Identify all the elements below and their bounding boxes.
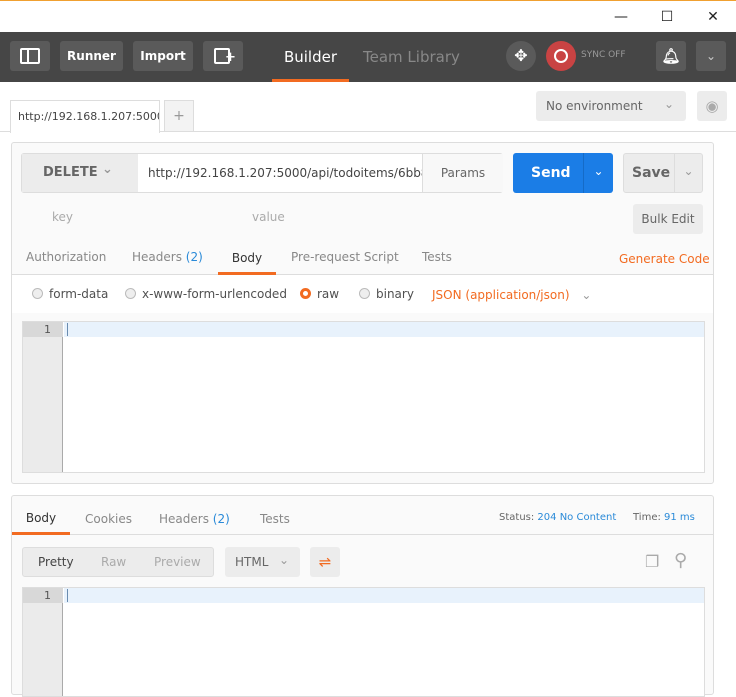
app-header: Runner Import + Builder Team Library ✥ S… <box>0 32 736 82</box>
radio-label: form-data <box>49 287 109 301</box>
body-mode-bar: form-data x-www-form-urlencoded raw bina… <box>12 275 713 313</box>
view-mode-group: Pretty Raw Preview <box>22 547 214 577</box>
response-format-select[interactable]: HTML ⌄ <box>225 547 300 577</box>
headers-count: (2) <box>185 250 203 264</box>
tab-pre-request-script[interactable]: Pre-request Script <box>291 250 399 264</box>
tab-headers-label: Headers <box>159 512 209 526</box>
send-button[interactable]: Send ⌄ <box>513 153 613 193</box>
runner-button[interactable]: Runner <box>60 41 123 71</box>
key-input[interactable]: key <box>52 210 73 224</box>
maximize-button[interactable]: ☐ <box>644 5 690 29</box>
url-bar: DELETE ⌄ http://192.168.1.207:5000/api/to… <box>21 153 503 193</box>
view-preview-button[interactable]: Preview <box>154 548 201 576</box>
radio-x-www-form-urlencoded[interactable]: x-www-form-urlencoded <box>125 287 287 301</box>
sidebar-icon <box>20 48 40 64</box>
chevron-down-icon: ⌄ <box>102 162 113 177</box>
save-options-chevron-icon[interactable]: ⌄ <box>674 154 702 192</box>
radio-raw[interactable]: raw <box>300 287 339 301</box>
radio-label: x-www-form-urlencoded <box>142 287 287 301</box>
wrap-lines-icon[interactable]: ⇌ <box>310 547 340 577</box>
radio-binary[interactable]: binary <box>359 287 414 301</box>
generate-code-link[interactable]: Generate Code <box>619 252 710 266</box>
sidebar-toggle-button[interactable] <box>10 41 50 71</box>
radio-label: raw <box>317 287 340 301</box>
headers-count: (2) <box>212 512 230 526</box>
response-tab-cookies[interactable]: Cookies <box>85 512 132 526</box>
response-panel: Body Cookies Headers (2) Tests Status: 2… <box>11 495 714 697</box>
time-label: Time: <box>633 512 661 523</box>
sync-icon[interactable] <box>546 41 576 71</box>
chevron-down-icon: ⌄ <box>581 288 592 302</box>
response-status: Status: 204 No Content <box>499 512 616 523</box>
content-type-value: JSON (application/json) <box>432 288 570 302</box>
add-tab-button[interactable]: + <box>164 100 194 132</box>
environment-select[interactable]: No environment ⌄ <box>536 91 686 121</box>
line-number: 1 <box>23 322 63 337</box>
save-button[interactable]: Save ⌄ <box>623 153 703 193</box>
tab-tests[interactable]: Tests <box>422 250 452 264</box>
response-tab-tests[interactable]: Tests <box>260 512 290 526</box>
tab-headers[interactable]: Headers (2) <box>132 250 203 264</box>
send-options-chevron-icon[interactable]: ⌄ <box>583 153 613 193</box>
value-input[interactable]: value <box>252 210 285 224</box>
radio-label: binary <box>376 287 414 301</box>
tab-builder[interactable]: Builder <box>272 32 349 82</box>
environment-quick-look-eye-icon[interactable]: ◉ <box>697 91 727 121</box>
request-panel: DELETE ⌄ http://192.168.1.207:5000/api/to… <box>11 142 714 484</box>
bulk-edit-button[interactable]: Bulk Edit <box>633 204 703 234</box>
method-value: DELETE <box>43 165 98 180</box>
time-value: 91 ms <box>664 512 695 523</box>
response-tab-headers[interactable]: Headers (2) <box>159 512 230 526</box>
response-tab-body[interactable]: Body <box>12 504 70 535</box>
status-label: Status: <box>499 512 535 523</box>
chevron-down-icon: ⌄ <box>663 97 674 111</box>
view-raw-button[interactable]: Raw <box>101 548 126 576</box>
content-type-select[interactable]: JSON (application/json) ⌄ <box>432 288 591 302</box>
title-bar: — ☐ ✕ <box>0 0 736 32</box>
send-label: Send <box>531 165 571 181</box>
save-label: Save <box>632 165 671 181</box>
request-body-editor[interactable]: 1 <box>22 321 705 473</box>
method-select[interactable]: DELETE ⌄ <box>22 154 138 192</box>
search-icon[interactable]: ⚲ <box>674 550 687 571</box>
line-number: 1 <box>23 588 63 603</box>
response-time: Time: 91 ms <box>633 512 695 523</box>
tab-body[interactable]: Body <box>218 241 276 275</box>
import-button[interactable]: Import <box>133 41 193 71</box>
request-tab[interactable]: http://192.168.1.207:5000/a <box>10 100 160 133</box>
url-input[interactable]: http://192.168.1.207:5000/api/todoitems/… <box>148 166 422 180</box>
copy-icon[interactable]: ❐ <box>645 552 663 572</box>
minimize-button[interactable]: — <box>598 5 644 29</box>
response-body-editor: 1 <box>22 587 705 697</box>
params-button[interactable]: Params <box>422 154 503 192</box>
close-button[interactable]: ✕ <box>690 5 736 29</box>
sync-status: SYNC OFF <box>581 50 626 60</box>
tab-headers-label: Headers <box>132 250 182 264</box>
view-pretty-button[interactable]: Pretty <box>38 548 74 576</box>
status-value: 204 No Content <box>537 512 617 523</box>
format-value: HTML <box>235 555 269 569</box>
interceptor-icon[interactable]: ✥ <box>506 41 536 71</box>
chevron-down-icon: ⌄ <box>279 553 290 567</box>
environment-value: No environment <box>546 99 643 113</box>
notifications-bell-icon[interactable]: 🔔︎ <box>656 41 686 71</box>
request-tab-bar: http://192.168.1.207:5000/a + No environ… <box>0 82 736 133</box>
radio-form-data[interactable]: form-data <box>32 287 108 301</box>
settings-dropdown-chevron-icon[interactable]: ⌄ <box>696 41 726 71</box>
new-tab-button[interactable]: + <box>203 41 243 71</box>
tab-authorization[interactable]: Authorization <box>26 250 106 264</box>
tab-team-library[interactable]: Team Library <box>363 32 460 82</box>
